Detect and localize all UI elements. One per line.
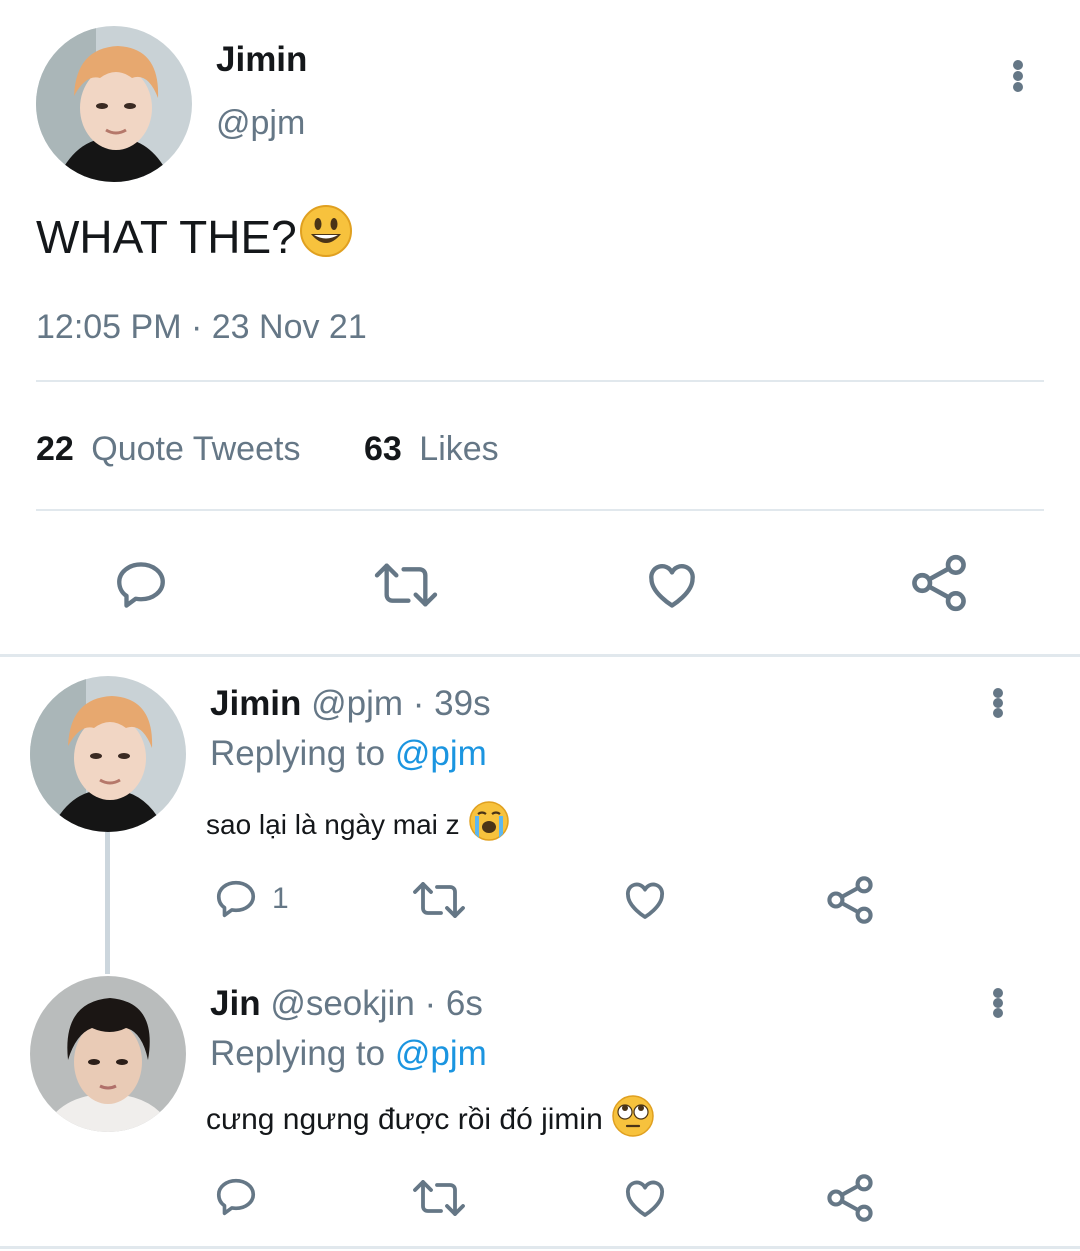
likes-label: Likes [419, 430, 499, 468]
reply-text-row: cưng ngưng được rồi đó jimin [206, 1094, 655, 1146]
reply-author-name[interactable]: Jimin [210, 684, 301, 723]
reply-more-icon[interactable] [988, 682, 1008, 724]
reply-text: cưng ngưng được rồi đó jimin [206, 1103, 603, 1136]
reply-text-row: sao lại là ngày mai z [206, 800, 510, 849]
reply-avatar[interactable] [30, 676, 186, 832]
main-tweet-avatar[interactable] [36, 26, 192, 182]
retweet-icon[interactable] [410, 1174, 468, 1222]
replying-to-handle[interactable]: @pjm [395, 1034, 487, 1073]
quote-tweets-count: 22 [36, 430, 74, 468]
reply-author-meta[interactable]: @seokjin · 6s [270, 984, 483, 1023]
quote-tweets-stat[interactable]: 22 Quote Tweets [36, 430, 300, 469]
like-icon[interactable] [620, 876, 670, 924]
main-tweet-more-icon[interactable] [1008, 54, 1028, 98]
reply-more-icon[interactable] [988, 982, 1008, 1024]
replying-to-line: Replying to @pjm [210, 1034, 487, 1074]
reply-icon[interactable] [212, 1174, 272, 1220]
reply-avatar[interactable] [30, 976, 186, 1132]
quote-tweets-label: Quote Tweets [91, 430, 301, 468]
reply-author-name[interactable]: Jin [210, 984, 261, 1023]
share-icon[interactable] [824, 874, 876, 926]
share-icon[interactable] [824, 1172, 876, 1224]
thread-line [105, 832, 110, 974]
retweet-icon[interactable] [410, 876, 468, 924]
likes-count: 63 [364, 430, 402, 468]
reply-header: Jin @seokjin · 6s [210, 984, 483, 1024]
reply-text: sao lại là ngày mai z [206, 808, 460, 840]
retweet-icon[interactable] [372, 556, 440, 614]
reply-author-meta[interactable]: @pjm · 39s [311, 684, 490, 723]
grinning-face-emoji [299, 204, 353, 269]
divider [36, 380, 1044, 382]
bottom-divider [0, 1246, 1080, 1249]
replying-to-label: Replying to [210, 734, 386, 773]
face-with-rolling-eyes-emoji [611, 1094, 655, 1146]
section-divider [0, 654, 1080, 657]
reply-count: 1 [272, 882, 289, 915]
reply-icon[interactable] [112, 556, 170, 614]
reply-icon[interactable]: 1 [212, 876, 289, 922]
replying-to-line: Replying to @pjm [210, 734, 487, 774]
share-icon[interactable] [908, 552, 970, 614]
like-icon[interactable] [620, 1174, 670, 1222]
like-icon[interactable] [642, 556, 702, 614]
replying-to-label: Replying to [210, 1034, 386, 1073]
main-tweet-author-name[interactable]: Jimin [216, 40, 307, 80]
main-tweet-text-row: WHAT THE? [36, 204, 353, 269]
main-tweet-text: WHAT THE? [36, 210, 297, 263]
main-tweet-author-handle[interactable]: @pjm [216, 104, 305, 143]
replying-to-handle[interactable]: @pjm [395, 734, 487, 773]
main-tweet-timestamp[interactable]: 12:05 PM · 23 Nov 21 [36, 308, 367, 347]
divider [36, 509, 1044, 511]
likes-stat[interactable]: 63 Likes [364, 430, 499, 469]
reply-header: Jimin @pjm · 39s [210, 684, 491, 724]
loudly-crying-face-emoji [468, 800, 510, 849]
